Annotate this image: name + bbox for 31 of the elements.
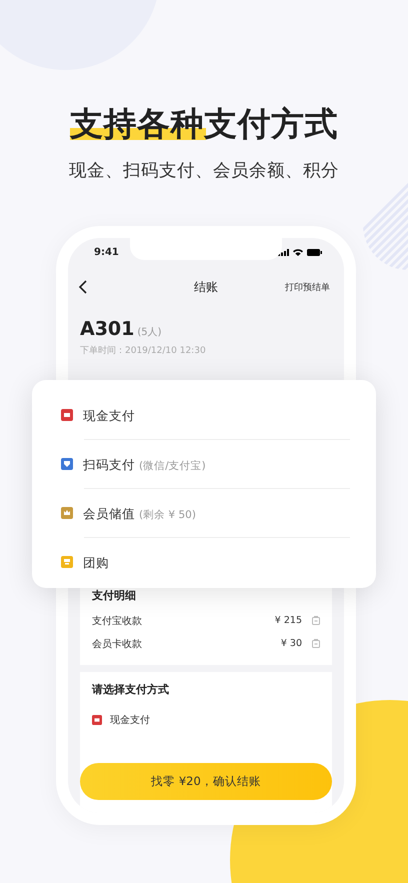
crown-icon <box>61 506 73 518</box>
payment-amount: ¥ 30 <box>280 638 302 649</box>
table-number: A301 <box>80 318 134 340</box>
cash-icon <box>61 408 73 420</box>
delete-icon[interactable] <box>312 639 320 648</box>
method-note: (剩余 ¥ 50) <box>139 508 196 520</box>
method-label[interactable]: 会员储值 <box>83 506 135 520</box>
method-label[interactable]: 扫码支付 <box>83 456 135 472</box>
payment-amount: ¥ 215 <box>274 615 302 626</box>
delete-icon[interactable] <box>312 616 320 625</box>
order-time: 下单时间：2019/12/10 12:30 <box>80 344 207 357</box>
print-link[interactable]: 打印预结单 <box>285 280 330 294</box>
card-title: 请选择支付方式 <box>92 682 170 697</box>
payment-label: 会员卡收款 <box>92 638 143 650</box>
ticket-icon <box>61 556 73 568</box>
card-title: 支付明细 <box>92 588 137 603</box>
method-label[interactable]: 团购 <box>83 554 109 570</box>
signal-icon <box>278 248 289 256</box>
payment-label: 支付宝收款 <box>92 614 143 628</box>
method-option[interactable]: 现金支付 <box>110 713 150 727</box>
battery-icon <box>307 248 322 256</box>
page-title: 结账 <box>194 280 218 294</box>
status-time: 9:41 <box>94 246 119 258</box>
wifi-icon <box>293 248 303 256</box>
method-note: (微信/支付宝) <box>139 460 206 472</box>
subtitle: 现金、扫码支付、会员余额、积分 <box>69 160 339 183</box>
back-icon[interactable] <box>78 280 88 294</box>
cash-icon <box>92 715 102 725</box>
confirm-button[interactable]: 找零 ¥20，确认结账 <box>80 763 332 800</box>
method-label[interactable]: 现金支付 <box>83 408 135 422</box>
guest-count: (5人) <box>137 326 162 339</box>
